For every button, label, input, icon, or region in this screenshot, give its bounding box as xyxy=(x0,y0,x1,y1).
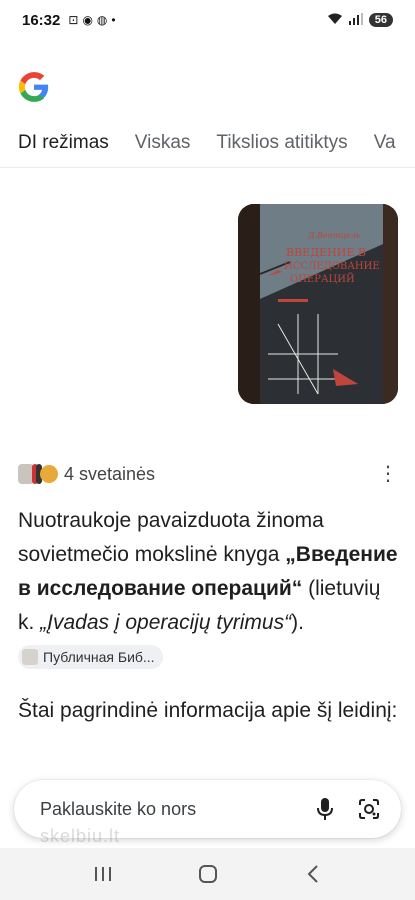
android-nav-bar xyxy=(0,848,415,900)
answer-intro: Nuotraukoje pavaizduota žinoma sovietmeč… xyxy=(18,509,324,566)
ai-answer-text: Nuotraukoje pavaizduota žinoma sovietmeč… xyxy=(18,504,398,674)
library-favicon-icon xyxy=(22,649,38,666)
tab-all[interactable]: Viskas xyxy=(135,132,191,154)
more-notifications-icon: • xyxy=(111,13,116,27)
source-chip-label: Публичная Биб... xyxy=(43,649,155,666)
home-icon[interactable] xyxy=(188,859,228,889)
battery-indicator: 56 xyxy=(368,13,393,27)
signal-icon xyxy=(348,12,363,28)
back-icon[interactable] xyxy=(293,859,333,889)
messenger-icon: ◉ xyxy=(82,13,93,27)
answer-end: ). xyxy=(291,611,304,634)
sources-count: 4 svetainės xyxy=(64,463,156,484)
recent-apps-icon[interactable] xyxy=(83,859,123,889)
notification-icons: ⊡ ◉ ◍ • xyxy=(68,13,115,27)
ask-input[interactable]: Paklauskite ko nors xyxy=(40,799,295,820)
book-title-translation: „Įvadas į operacijų tyrimus“ xyxy=(40,611,292,634)
screenshot-icon: ⊡ xyxy=(68,13,79,27)
book-photo: Д.Вентцель ВВЕДЕНИЕ В ИССЛЕДОВАНИЕ ОПЕРА… xyxy=(238,204,398,404)
source-favicons xyxy=(18,464,58,484)
site-favicon-icon xyxy=(40,465,58,483)
sources-row[interactable]: 4 svetainės ⋮ xyxy=(18,462,398,486)
svg-text:ИССЛЕДОВАНИЕ: ИССЛЕДОВАНИЕ xyxy=(284,261,380,272)
more-options-icon[interactable]: ⋮ xyxy=(378,464,398,484)
app-icon: ◍ xyxy=(96,13,108,27)
status-time: 16:32 xyxy=(22,11,61,29)
tab-exact-matches[interactable]: Tikslios atitiktys xyxy=(216,132,347,154)
uploaded-book-image[interactable]: Д.Вентцель ВВЕДЕНИЕ В ИССЛЕДОВАНИЕ ОПЕРА… xyxy=(238,204,398,404)
watermark: skelbiu.lt xyxy=(40,826,121,846)
source-chip[interactable]: Публичная Биб... xyxy=(18,645,163,670)
book-author: Д.Вентцель xyxy=(307,231,360,240)
microphone-icon[interactable] xyxy=(311,795,339,823)
tab-ai-mode[interactable]: DI režimas xyxy=(18,132,109,154)
lens-camera-icon[interactable] xyxy=(355,795,383,823)
tab-video[interactable]: Va xyxy=(374,132,396,154)
svg-text:ОПЕРАЦИЙ: ОПЕРАЦИЙ xyxy=(290,273,355,285)
search-mode-tabs: DI režimas Viskas Tikslios atitiktys Va xyxy=(0,118,415,168)
status-right: 56 xyxy=(327,12,393,28)
info-intro: Štai pagrindinė informacija apie šį leid… xyxy=(18,699,398,722)
svg-text:ВВЕДЕНИЕ В: ВВЕДЕНИЕ В xyxy=(286,246,366,259)
google-logo[interactable] xyxy=(17,70,51,104)
status-bar: 16:32 ⊡ ◉ ◍ • 56 xyxy=(0,0,415,40)
wifi-icon xyxy=(327,13,343,28)
